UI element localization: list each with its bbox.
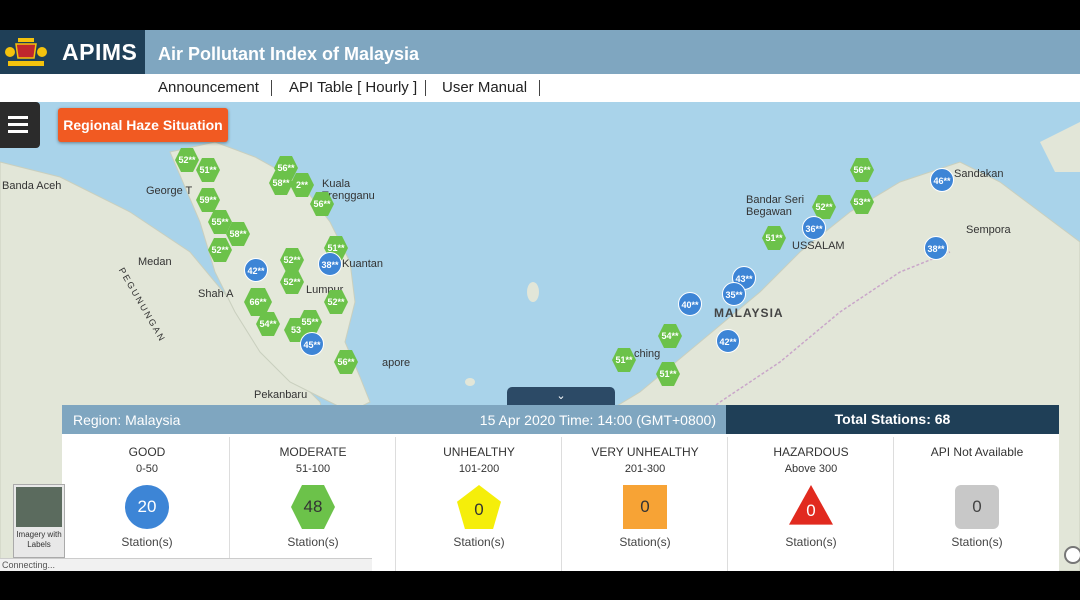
station-marker[interactable]: 35** <box>722 282 746 306</box>
place-label: Shah A <box>198 288 234 300</box>
category-range: 0-50 <box>135 463 159 475</box>
stations-label: Station(s) <box>951 535 1003 549</box>
page-title: Air Pollutant Index of Malaysia <box>158 44 420 64</box>
place-label: Pekanbaru <box>254 389 308 401</box>
place-label: George T <box>146 185 193 197</box>
logo-block[interactable]: APIMS <box>0 30 145 74</box>
station-marker[interactable]: 45** <box>300 332 324 356</box>
count-triangle: 0 <box>789 485 833 525</box>
nav-api-table[interactable]: API Table [ Hourly ] <box>289 79 417 96</box>
summary-panel: Region: Malaysia 15 Apr 2020 Time: 14:00… <box>62 405 1059 571</box>
chevron-down-icon: ⌄ <box>556 390 566 402</box>
stations-label: Station(s) <box>785 535 837 549</box>
satellite-thumbnail <box>16 487 62 527</box>
category-good[interactable]: GOOD 0-50 20 Station(s) <box>65 437 230 571</box>
category-name: MODERATE <box>279 445 347 459</box>
count-circle: 20 <box>125 485 169 529</box>
category-name: UNHEALTHY <box>443 445 515 459</box>
nav-announcement[interactable]: Announcement <box>158 79 259 96</box>
category-range: 201-300 <box>624 463 666 475</box>
station-marker[interactable]: 42** <box>716 329 740 353</box>
stations-label: Station(s) <box>453 535 505 549</box>
place-label: Kuala Trengganu <box>322 178 375 202</box>
category-name: VERY UNHEALTHY <box>591 445 699 459</box>
category-very-unhealthy[interactable]: VERY UNHEALTHY 201-300 0 Station(s) <box>563 437 728 571</box>
place-label: Sempora <box>966 224 1011 236</box>
total-stations: Total Stations: 68 <box>726 405 1059 434</box>
collapse-panel-button[interactable]: ⌄ <box>507 387 615 405</box>
place-label: ching <box>634 348 661 360</box>
category-name: HAZARDOUS <box>773 445 849 459</box>
stations-label: Station(s) <box>121 535 173 549</box>
datetime-label: 15 Apr 2020 Time: 14:00 (GMT+0800) <box>479 412 716 428</box>
category-unhealthy[interactable]: UNHEALTHY 101-200 0 Station(s) <box>397 437 562 571</box>
place-label: MALAYSIA <box>714 306 784 320</box>
menu-line <box>8 116 28 119</box>
station-marker[interactable]: 42** <box>244 258 268 282</box>
count-square: 0 <box>623 485 667 529</box>
basemap-label: Imagery with Labels <box>16 530 62 549</box>
station-marker[interactable]: 40** <box>678 292 702 316</box>
category-not-available[interactable]: API Not Available 0 Station(s) <box>895 437 1059 571</box>
place-label: USSALAM <box>792 240 845 252</box>
place-label: apore <box>382 357 411 369</box>
stations-label: Station(s) <box>287 535 339 549</box>
coat-of-arms-icon <box>5 38 47 66</box>
count-rounded-square: 0 <box>955 485 999 529</box>
menu-line <box>8 123 28 126</box>
place-label: Kuantan <box>342 258 383 270</box>
category-range: 51-100 <box>295 463 331 475</box>
category-hazardous[interactable]: HAZARDOUS Above 300 0 Station(s) <box>729 437 894 571</box>
count-pentagon: 0 <box>457 485 501 529</box>
brand-name: APIMS <box>62 39 138 65</box>
apims-window: APIMS Air Pollutant Index of Malaysia An… <box>0 30 1080 571</box>
zoom-icon[interactable] <box>1064 546 1080 564</box>
category-moderate[interactable]: MODERATE 51-100 48 Station(s) <box>231 437 396 571</box>
station-marker[interactable]: 38** <box>318 252 342 276</box>
nav-divider <box>271 80 272 96</box>
station-marker[interactable]: 38** <box>924 236 948 260</box>
count-hexagon: 48 <box>291 485 335 529</box>
panel-header: Region: Malaysia 15 Apr 2020 Time: 14:00… <box>62 405 726 434</box>
category-range: Above 300 <box>784 463 838 475</box>
nav-divider <box>425 80 426 96</box>
basemap-toggle[interactable]: Imagery with Labels <box>13 484 65 558</box>
nav-user-manual[interactable]: User Manual <box>442 79 527 96</box>
category-range: 101-200 <box>458 463 500 475</box>
place-label: Sandakan <box>954 168 1004 180</box>
category-name: GOOD <box>128 445 166 459</box>
station-marker[interactable]: 36** <box>802 216 826 240</box>
status-bar: Connecting... <box>0 558 372 571</box>
top-nav: Announcement API Table [ Hourly ] User M… <box>0 74 1080 102</box>
station-marker[interactable]: 46** <box>930 168 954 192</box>
category-name: API Not Available <box>930 445 1024 459</box>
hamburger-menu-button[interactable] <box>0 102 40 148</box>
menu-line <box>8 130 28 133</box>
place-label: Banda Aceh <box>2 180 62 192</box>
stations-label: Station(s) <box>619 535 671 549</box>
nav-divider <box>539 80 540 96</box>
regional-haze-button[interactable]: Regional Haze Situation <box>58 108 228 142</box>
header-bar: APIMS Air Pollutant Index of Malaysia <box>0 30 1080 74</box>
place-label: Bandar Seri Begawan <box>746 194 805 218</box>
place-label: Medan <box>138 256 172 268</box>
region-label: Region: Malaysia <box>73 412 181 428</box>
